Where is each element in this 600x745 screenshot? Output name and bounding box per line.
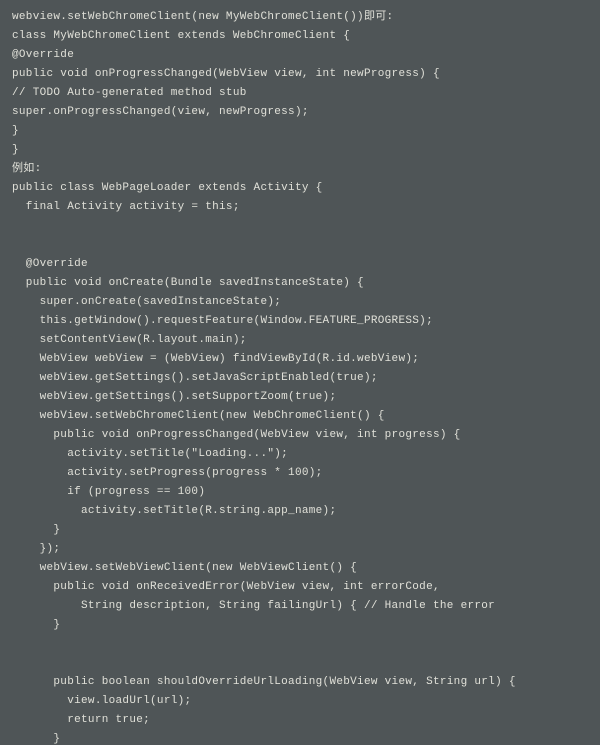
code-line: setContentView(R.layout.main); — [12, 334, 247, 346]
code-line: webview.setWebChromeClient(new MyWebChro… — [12, 11, 393, 23]
code-line: activity.setTitle("Loading..."); — [12, 448, 288, 460]
code-line: @Override — [12, 49, 74, 61]
code-block: webview.setWebChromeClient(new MyWebChro… — [0, 0, 600, 745]
code-line: } — [12, 733, 60, 745]
code-line: activity.setProgress(progress * 100); — [12, 467, 323, 479]
code-line: } — [12, 524, 60, 536]
code-line: public void onProgressChanged(WebView vi… — [12, 429, 461, 441]
code-line: } — [12, 144, 19, 156]
code-line: String description, String failingUrl) {… — [12, 600, 495, 612]
code-line: activity.setTitle(R.string.app_name); — [12, 505, 336, 517]
code-line: webView.setWebViewClient(new WebViewClie… — [12, 562, 357, 574]
code-line: view.loadUrl(url); — [12, 695, 191, 707]
code-line: webView.getSettings().setSupportZoom(tru… — [12, 391, 336, 403]
code-line: super.onProgressChanged(view, newProgres… — [12, 106, 309, 118]
code-line: 例如: — [12, 163, 42, 175]
code-line: // TODO Auto-generated method stub — [12, 87, 247, 99]
code-line: public void onProgressChanged(WebView vi… — [12, 68, 440, 80]
code-line: super.onCreate(savedInstanceState); — [12, 296, 281, 308]
code-line: if (progress == 100) — [12, 486, 205, 498]
code-line: public void onReceivedError(WebView view… — [12, 581, 440, 593]
code-line: this.getWindow().requestFeature(Window.F… — [12, 315, 433, 327]
code-line: class MyWebChromeClient extends WebChrom… — [12, 30, 350, 42]
code-line: public class WebPageLoader extends Activ… — [12, 182, 323, 194]
code-line: }); — [12, 543, 60, 555]
code-line: webView.getSettings().setJavaScriptEnabl… — [12, 372, 378, 384]
code-line: webView.setWebChromeClient(new WebChrome… — [12, 410, 385, 422]
code-line: final Activity activity = this; — [12, 201, 240, 213]
code-line: WebView webView = (WebView) findViewById… — [12, 353, 419, 365]
code-line: } — [12, 619, 60, 631]
code-line: return true; — [12, 714, 150, 726]
code-line: } — [12, 125, 19, 137]
code-line: @Override — [12, 258, 88, 270]
code-line: public boolean shouldOverrideUrlLoading(… — [12, 676, 516, 688]
code-line: public void onCreate(Bundle savedInstanc… — [12, 277, 364, 289]
